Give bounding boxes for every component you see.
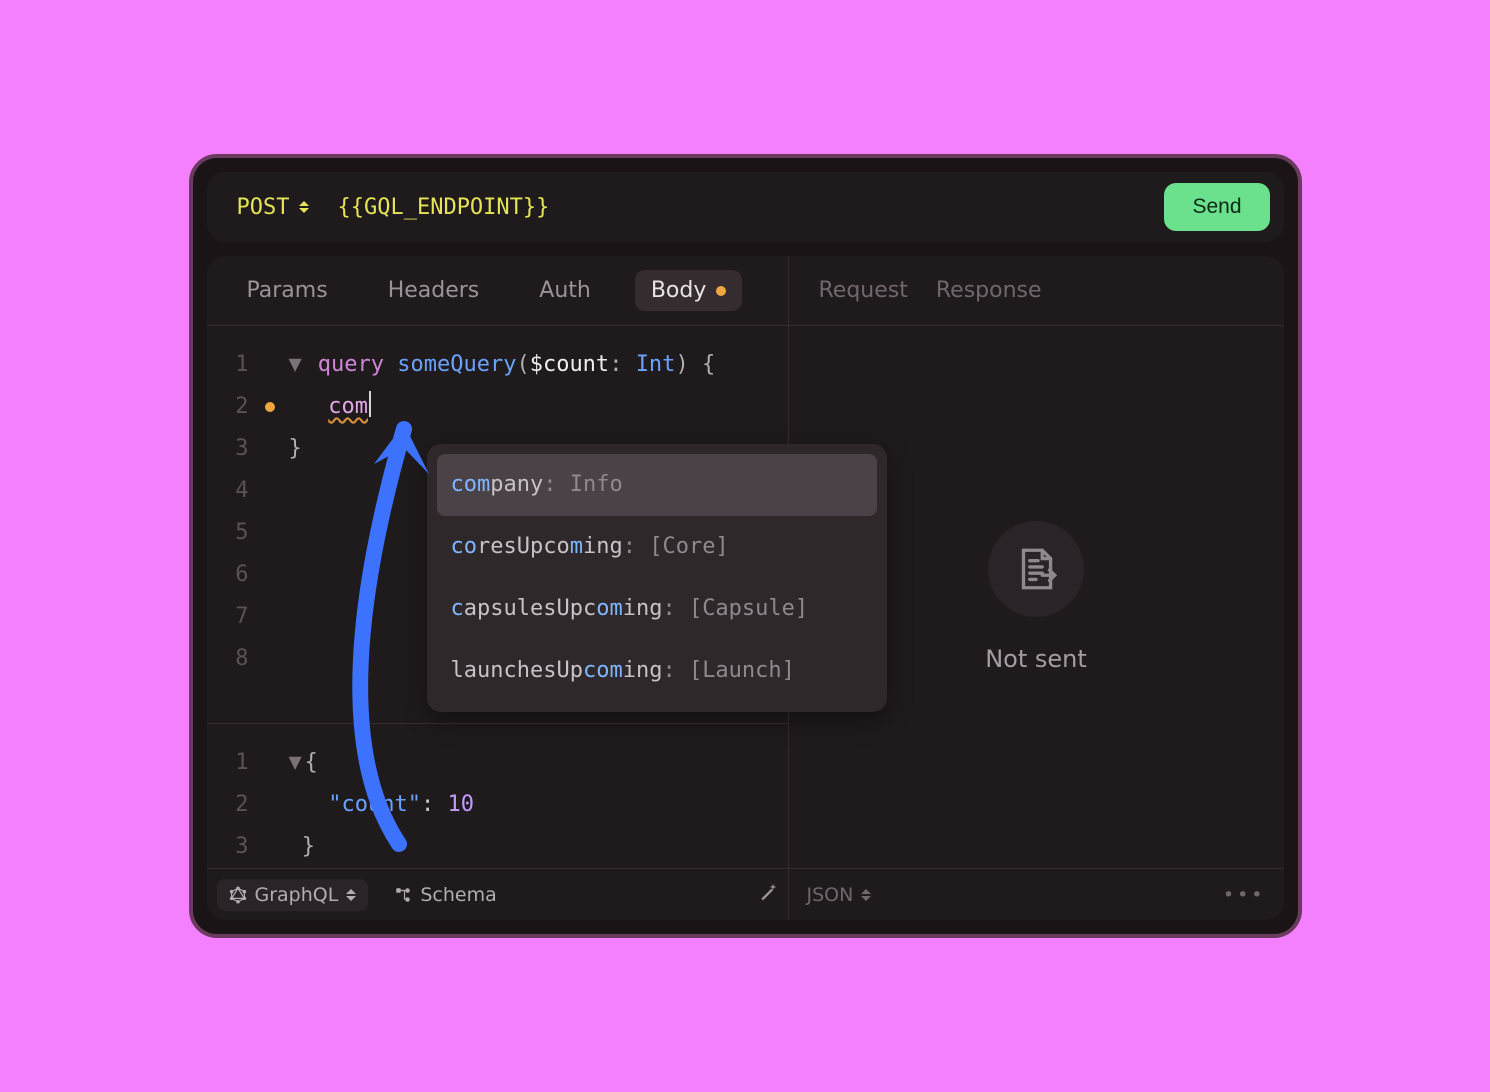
text-cursor [369, 391, 371, 417]
type-sig: : [Capsule] [662, 596, 808, 621]
tab-body-label: Body [651, 278, 707, 303]
tab-response[interactable]: Response [936, 278, 1042, 303]
line-number: 1 [207, 742, 249, 784]
language-select[interactable]: GraphQL [217, 879, 369, 911]
autocomplete-item[interactable]: capsulesUpcoming: [Capsule] [437, 578, 877, 640]
tab-body[interactable]: Body [635, 270, 743, 311]
format-select[interactable]: JSON [807, 884, 872, 906]
app-window: POST {{GQL_ENDPOINT}} Send Params Header… [189, 154, 1302, 938]
match-text: com [583, 658, 623, 683]
brace: { [305, 750, 318, 775]
variables-editor[interactable]: 1 2 3 ▼{ "count": 10 } [207, 724, 788, 868]
left-footer: GraphQL Schema [207, 868, 788, 920]
colon: : [421, 792, 448, 817]
autocomplete-item[interactable]: launchesUpcoming: [Launch] [437, 640, 877, 702]
marker-gutter [257, 344, 283, 680]
line-number: 2 [207, 784, 249, 826]
line-number: 2 [207, 386, 249, 428]
fold-down-icon[interactable]: ▼ [289, 742, 305, 784]
line-number: 3 [207, 826, 249, 868]
brace: { [702, 352, 715, 377]
status-text: Not sent [985, 645, 1087, 673]
variable: $count [530, 352, 609, 377]
tab-request[interactable]: Request [819, 278, 908, 303]
type-sig: : [Launch] [662, 658, 794, 683]
content-area: Params Headers Auth Body 1 2 3 4 5 6 [207, 256, 1284, 920]
graphql-icon [229, 886, 247, 904]
format-label: JSON [807, 884, 854, 906]
caret-sort-icon [299, 199, 309, 215]
url-input[interactable]: {{GQL_ENDPOINT}} [337, 195, 1164, 220]
line-number: 6 [207, 554, 249, 596]
tab-headers[interactable]: Headers [372, 270, 496, 311]
line-number: 8 [207, 638, 249, 680]
match-text: co [451, 534, 478, 559]
left-pane: Params Headers Auth Body 1 2 3 4 5 6 [207, 256, 789, 920]
send-button[interactable]: Send [1164, 183, 1269, 231]
brace: } [289, 436, 302, 461]
mid-text: apsulesUpc [464, 596, 596, 621]
paren: ) [675, 352, 688, 377]
rest-text: ing [623, 658, 663, 683]
query-name: someQuery [397, 352, 516, 377]
type: Int [636, 352, 676, 377]
rest-text: ing [623, 596, 663, 621]
caret-sort-icon [861, 887, 871, 903]
mid-text: resUpco [477, 534, 570, 559]
request-bar: POST {{GQL_ENDPOINT}} Send [207, 172, 1284, 242]
query-code: 1 2 3 4 5 6 7 8 ▼ que [207, 326, 788, 680]
line-number: 4 [207, 470, 249, 512]
autocomplete-popup: company: Info coresUpcoming: [Core] caps… [427, 444, 887, 712]
line-number: 1 [207, 344, 249, 386]
rest-text: pany [490, 472, 543, 497]
document-send-icon [988, 521, 1084, 617]
schema-icon [394, 886, 412, 904]
http-method-label: POST [237, 195, 290, 220]
autocomplete-item[interactable]: company: Info [437, 454, 877, 516]
schema-label: Schema [420, 884, 496, 906]
keyword: query [318, 352, 384, 377]
more-menu-icon[interactable]: ••• [1223, 884, 1266, 906]
line-number: 7 [207, 596, 249, 638]
match-text: c [451, 596, 464, 621]
tab-params[interactable]: Params [231, 270, 344, 311]
right-footer: JSON ••• [789, 868, 1284, 920]
brace: } [302, 834, 315, 859]
colon: : [609, 352, 636, 377]
http-method-select[interactable]: POST [237, 195, 310, 220]
right-tabs: Request Response [789, 256, 1284, 326]
match-text: m [570, 534, 583, 559]
line-gutter: 1 2 3 [207, 742, 257, 868]
match-text: om [596, 596, 623, 621]
code-content[interactable]: ▼ query someQuery($count: Int) { com } c… [283, 344, 788, 680]
variables-content[interactable]: ▼{ "count": 10 } [283, 742, 788, 868]
fold-down-icon[interactable]: ▼ [289, 344, 305, 386]
language-label: GraphQL [255, 884, 339, 906]
json-number: 10 [447, 792, 474, 817]
schema-button[interactable]: Schema [382, 879, 508, 911]
line-number: 5 [207, 512, 249, 554]
modified-dot-icon [716, 286, 726, 296]
partial-field: com [328, 394, 368, 419]
rest-text: ing [583, 534, 623, 559]
warning-dot-icon [265, 402, 275, 412]
type-sig: : Info [543, 472, 622, 497]
mid-text: launchesUp [451, 658, 583, 683]
paren: ( [516, 352, 529, 377]
line-number: 3 [207, 428, 249, 470]
caret-sort-icon [346, 887, 356, 903]
magic-wand-icon[interactable] [758, 882, 778, 907]
json-key: "count" [328, 792, 421, 817]
query-editor[interactable]: 1 2 3 4 5 6 7 8 ▼ que [207, 326, 788, 868]
line-gutter: 1 2 3 4 5 6 7 8 [207, 344, 257, 680]
match-text: com [451, 472, 491, 497]
left-tabs: Params Headers Auth Body [207, 256, 788, 326]
type-sig: : [Core] [623, 534, 729, 559]
tab-auth[interactable]: Auth [523, 270, 607, 311]
autocomplete-item[interactable]: coresUpcoming: [Core] [437, 516, 877, 578]
